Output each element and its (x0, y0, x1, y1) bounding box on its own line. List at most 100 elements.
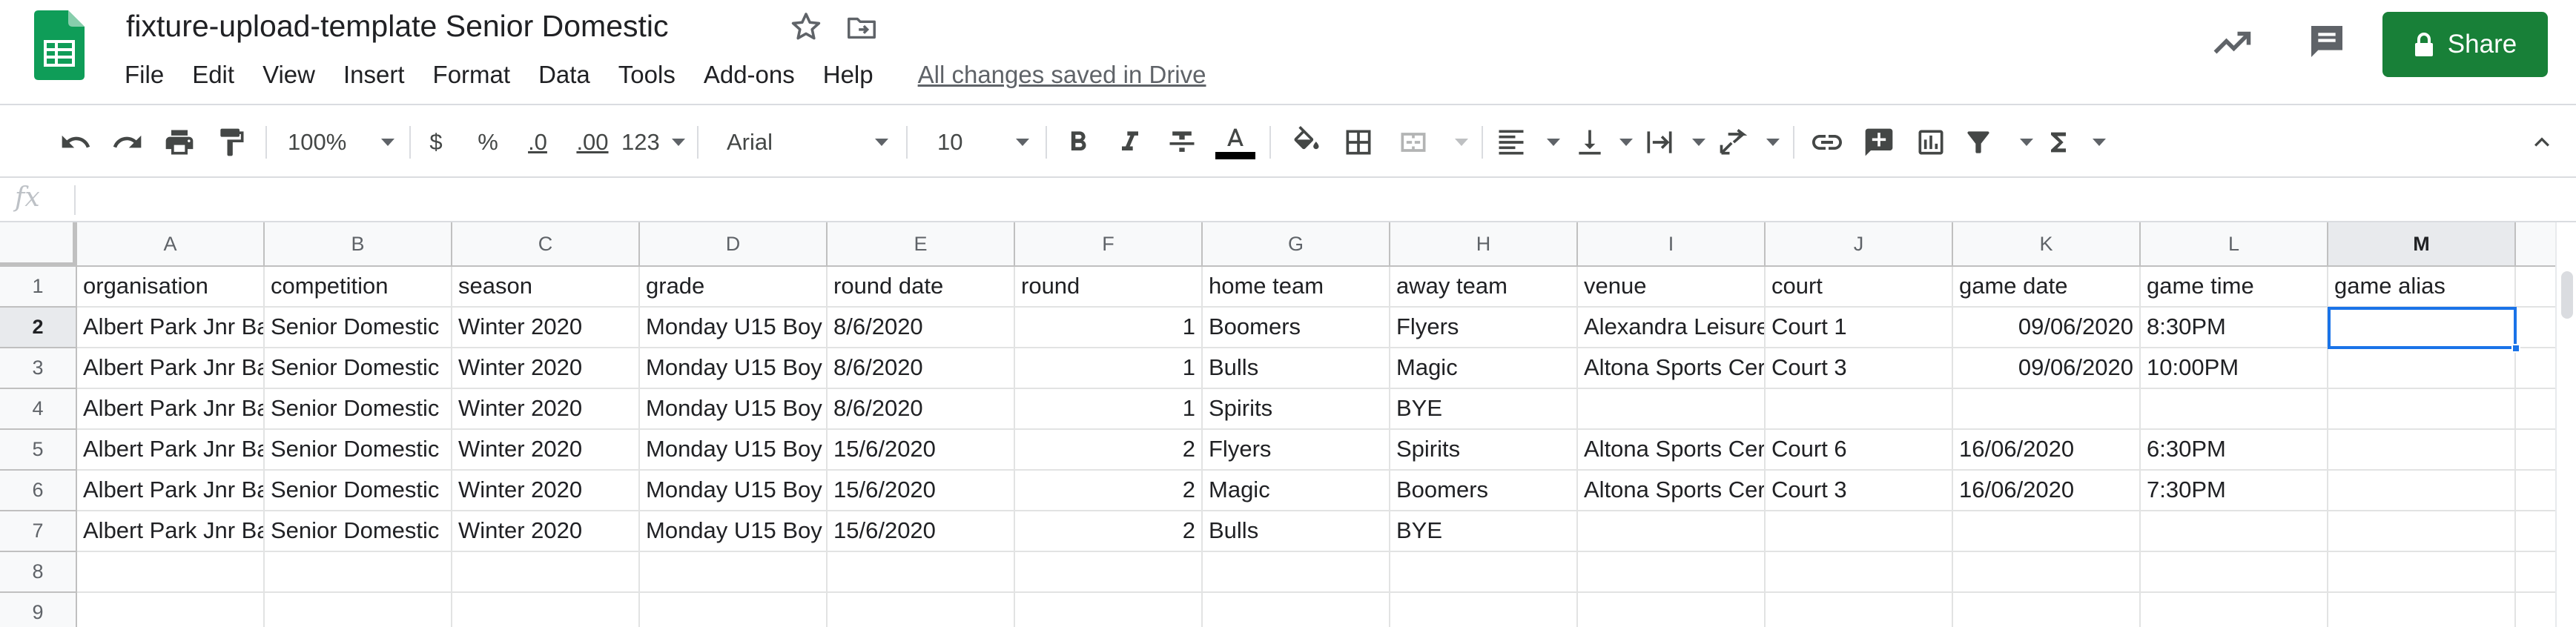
cell-j6[interactable]: Court 3 (1766, 471, 1953, 511)
cell-d3[interactable]: Monday U15 Boy (640, 348, 828, 389)
row-header-3[interactable]: 3 (0, 348, 77, 389)
cell-f8[interactable] (1015, 552, 1203, 593)
cell-j3[interactable]: Court 3 (1766, 348, 1953, 389)
cell-e1[interactable]: round date (828, 267, 1015, 308)
menu-tools[interactable]: Tools (618, 58, 676, 92)
cell-b9[interactable] (265, 593, 452, 627)
column-header-h[interactable]: H (1390, 222, 1578, 267)
cell-f5[interactable]: 2 (1015, 430, 1203, 471)
cell-m2[interactable] (2328, 308, 2516, 348)
cell-f9[interactable] (1015, 593, 1203, 627)
cell-j7[interactable] (1766, 511, 1953, 552)
cell-a5[interactable]: Albert Park Jnr Ba (77, 430, 265, 471)
paint-format-icon[interactable] (209, 120, 254, 165)
column-header-d[interactable]: D (640, 222, 828, 267)
more-formats-select[interactable]: 123 (621, 120, 685, 165)
column-header-f[interactable]: F (1015, 222, 1203, 267)
cell-m5[interactable] (2328, 430, 2516, 471)
cell-j9[interactable] (1766, 593, 1953, 627)
menu-data[interactable]: Data (538, 58, 590, 92)
cell-k4[interactable] (1953, 389, 2141, 430)
cell-i7[interactable] (1578, 511, 1766, 552)
column-header-b[interactable]: B (265, 222, 452, 267)
fill-color-icon[interactable] (1286, 120, 1327, 165)
column-header-i[interactable]: I (1578, 222, 1766, 267)
cell-h9[interactable] (1390, 593, 1578, 627)
cell-b2[interactable]: Senior Domestic (265, 308, 452, 348)
cell-g4[interactable]: Spirits (1203, 389, 1390, 430)
cell-m3[interactable] (2328, 348, 2516, 389)
menu-help[interactable]: Help (823, 58, 873, 92)
text-rotation-icon[interactable] (1717, 120, 1780, 165)
menu-add-ons[interactable]: Add-ons (704, 58, 795, 92)
filter-icon[interactable] (1962, 120, 2033, 165)
cell-f2[interactable]: 1 (1015, 308, 1203, 348)
cell-a6[interactable]: Albert Park Jnr Ba (77, 471, 265, 511)
bold-icon[interactable] (1057, 120, 1099, 165)
column-header-j[interactable]: J (1766, 222, 1953, 267)
menu-file[interactable]: File (125, 58, 164, 92)
cell-g1[interactable]: home team (1203, 267, 1390, 308)
cell-b7[interactable]: Senior Domestic (265, 511, 452, 552)
share-button[interactable]: Share (2382, 12, 2548, 77)
cell-l9[interactable] (2141, 593, 2328, 627)
cell-g5[interactable]: Flyers (1203, 430, 1390, 471)
cell-c9[interactable] (452, 593, 640, 627)
cell-g2[interactable]: Boomers (1203, 308, 1390, 348)
zoom-select[interactable]: 100% (282, 120, 400, 165)
cell-b5[interactable]: Senior Domestic (265, 430, 452, 471)
cell-i5[interactable]: Altona Sports Cer (1578, 430, 1766, 471)
row-header-2[interactable]: 2 (0, 308, 77, 348)
cell-l4[interactable] (2141, 389, 2328, 430)
activity-trend-icon[interactable] (2210, 21, 2254, 65)
cell-b6[interactable]: Senior Domestic (265, 471, 452, 511)
cell-j4[interactable] (1766, 389, 1953, 430)
column-header-m[interactable]: M (2328, 222, 2516, 267)
star-icon[interactable] (788, 9, 824, 44)
cell-d8[interactable] (640, 552, 828, 593)
cell-j5[interactable]: Court 6 (1766, 430, 1953, 471)
menu-edit[interactable]: Edit (192, 58, 234, 92)
document-title[interactable]: fixture-upload-template Senior Domestic (126, 6, 669, 46)
cell-a2[interactable]: Albert Park Jnr Ba (77, 308, 265, 348)
cell-j8[interactable] (1766, 552, 1953, 593)
cell-g3[interactable]: Bulls (1203, 348, 1390, 389)
cell-k2[interactable]: 09/06/2020 (1953, 308, 2141, 348)
cell-m9[interactable] (2328, 593, 2516, 627)
cell-g9[interactable] (1203, 593, 1390, 627)
cell-a1[interactable]: organisation (77, 267, 265, 308)
cell-j2[interactable]: Court 1 (1766, 308, 1953, 348)
cell-i6[interactable]: Altona Sports Cer (1578, 471, 1766, 511)
cell-c1[interactable]: season (452, 267, 640, 308)
cell-k3[interactable]: 09/06/2020 (1953, 348, 2141, 389)
cell-i1[interactable]: venue (1578, 267, 1766, 308)
cell-k9[interactable] (1953, 593, 2141, 627)
cell-c7[interactable]: Winter 2020 (452, 511, 640, 552)
cell-e9[interactable] (828, 593, 1015, 627)
cell-e3[interactable]: 8/6/2020 (828, 348, 1015, 389)
redo-icon[interactable] (105, 120, 150, 165)
text-color-icon[interactable] (1213, 120, 1258, 165)
cell-l1[interactable]: game time (2141, 267, 2328, 308)
print-icon[interactable] (157, 120, 202, 165)
row-header-6[interactable]: 6 (0, 471, 77, 511)
cell-h7[interactable]: BYE (1390, 511, 1578, 552)
font-family-select[interactable]: Arial (716, 120, 894, 165)
italic-icon[interactable] (1109, 120, 1151, 165)
cell-k1[interactable]: game date (1953, 267, 2141, 308)
insert-link-icon[interactable] (1806, 120, 1848, 165)
cell-h6[interactable]: Boomers (1390, 471, 1578, 511)
row-header-4[interactable]: 4 (0, 389, 77, 430)
undo-icon[interactable] (53, 120, 98, 165)
row-header-5[interactable]: 5 (0, 430, 77, 471)
cell-c2[interactable]: Winter 2020 (452, 308, 640, 348)
cell-a9[interactable] (77, 593, 265, 627)
cell-h2[interactable]: Flyers (1390, 308, 1578, 348)
comment-icon[interactable] (2306, 21, 2348, 62)
cell-d4[interactable]: Monday U15 Boy (640, 389, 828, 430)
column-header-l[interactable]: L (2141, 222, 2328, 267)
cell-l2[interactable]: 8:30PM (2141, 308, 2328, 348)
currency-format-button[interactable]: $ (420, 120, 452, 165)
cell-e8[interactable] (828, 552, 1015, 593)
cell-l8[interactable] (2141, 552, 2328, 593)
